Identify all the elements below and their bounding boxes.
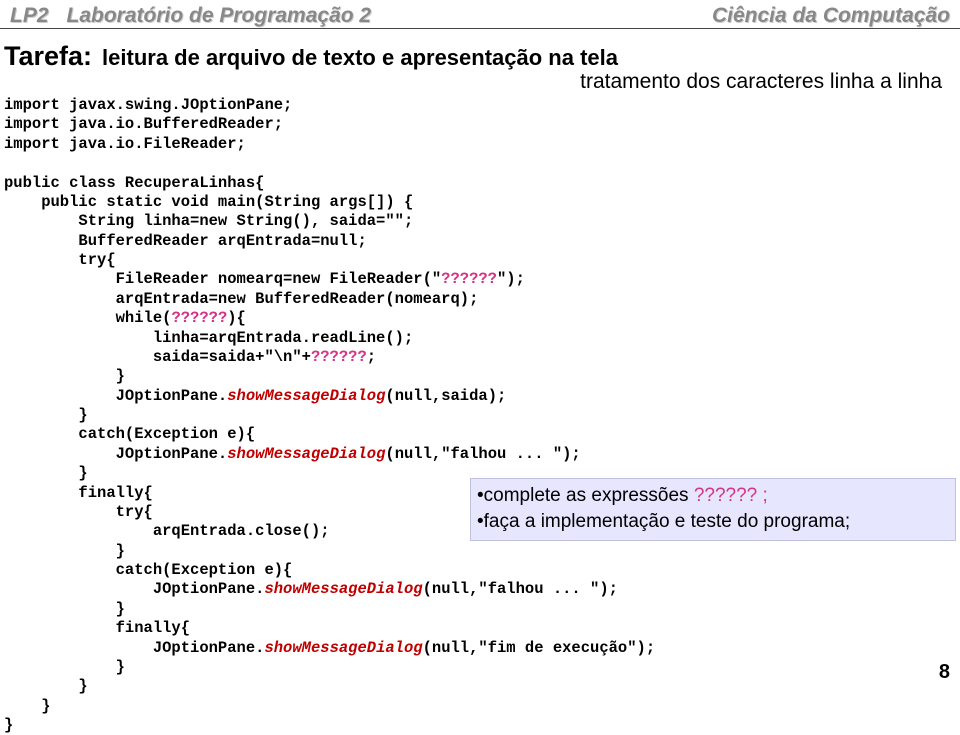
bullet-1: •complete as expressões	[477, 485, 689, 506]
method-call: showMessageDialog	[227, 387, 385, 405]
placeholder: ??????	[311, 348, 367, 366]
title-sub: leitura de arquivo de texto e apresentaç…	[102, 45, 618, 71]
bullet-2: •faça a implementação e teste do program…	[477, 509, 949, 535]
slide-header: LP2 Laboratório de Programação 2 Ciência…	[0, 0, 960, 29]
placeholder: ??????	[171, 309, 227, 327]
dept-name: Ciência da Computação	[712, 4, 950, 28]
instruction-callout: •complete as expressões ?????? ; •faça a…	[470, 478, 956, 541]
title-main: Tarefa:	[4, 41, 92, 72]
placeholder: ??????	[441, 270, 497, 288]
method-call: showMessageDialog	[264, 580, 422, 598]
course-name: Laboratório de Programação 2	[67, 4, 372, 28]
page-number: 8	[939, 661, 950, 684]
method-call: showMessageDialog	[227, 445, 385, 463]
method-call: showMessageDialog	[264, 639, 422, 657]
title-row: Tarefa: leitura de arquivo de texto e ap…	[0, 29, 960, 72]
course-abbr: LP2	[10, 4, 49, 28]
placeholder-text: ?????? ;	[694, 485, 768, 506]
code-block: import javax.swing.JOptionPane; import j…	[0, 94, 960, 735]
subtitle: tratamento dos caracteres linha a linha	[0, 70, 960, 94]
